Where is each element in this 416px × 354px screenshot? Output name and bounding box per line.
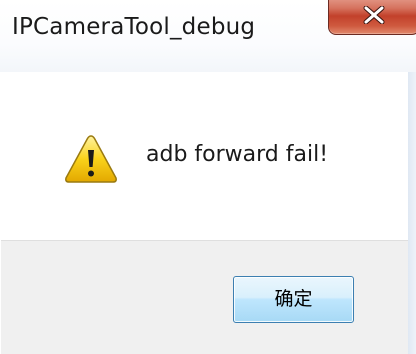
window-frame-right: [408, 72, 416, 354]
warning-icon: [65, 135, 117, 183]
ok-button[interactable]: 确定: [233, 276, 354, 323]
dialog-window: IPCameraTool_debug adb forward fail! 确定: [0, 0, 416, 354]
window-title: IPCameraTool_debug: [12, 14, 256, 40]
close-button[interactable]: [328, 0, 416, 35]
dialog-message: adb forward fail!: [146, 142, 329, 167]
title-bar[interactable]: IPCameraTool_debug: [0, 0, 416, 72]
close-icon: [363, 6, 385, 24]
